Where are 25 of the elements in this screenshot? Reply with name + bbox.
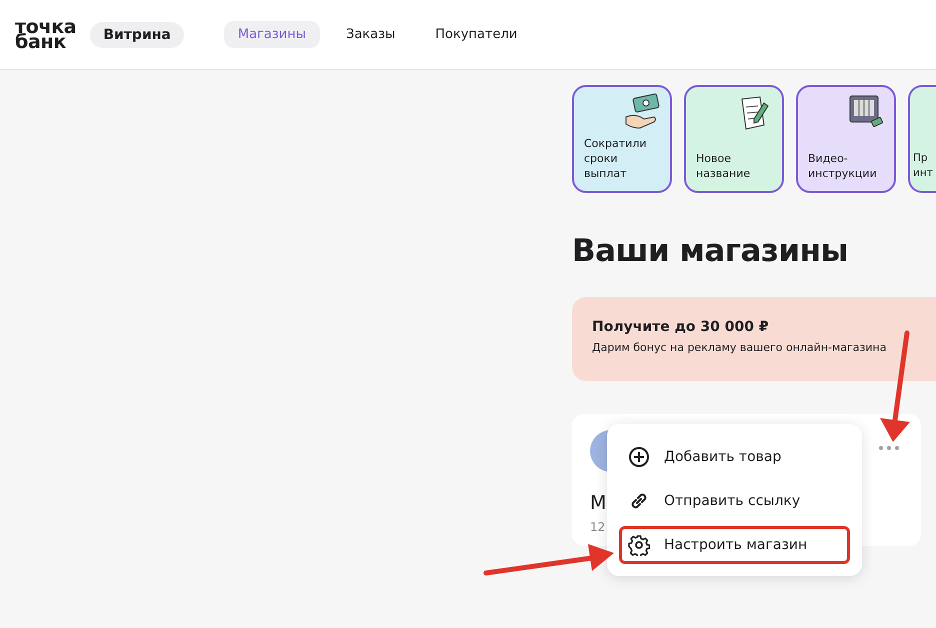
store-name: М bbox=[590, 492, 606, 514]
menu-item[interactable]: Добавить товар bbox=[619, 438, 850, 476]
story-card[interactable]: Видео- инструкции bbox=[796, 85, 896, 193]
store-meta: 12 bbox=[590, 520, 606, 534]
nav-tab[interactable]: Покупатели bbox=[421, 21, 532, 48]
banner-text: Дарим бонус на рекламу вашего онлайн-магазина bbox=[592, 341, 888, 354]
story-title: Пр инт bbox=[913, 151, 933, 181]
story-card[interactable]: Сократили сроки выплат bbox=[572, 85, 672, 193]
story-title: Сократили сроки выплат bbox=[584, 136, 647, 181]
settings-icon bbox=[628, 534, 650, 556]
page-title: Ваши магазины bbox=[572, 233, 850, 269]
nav-tab[interactable]: Магазины bbox=[224, 21, 320, 48]
story-card[interactable]: Пр инт bbox=[908, 85, 936, 193]
product-badge[interactable]: Витрина bbox=[90, 22, 184, 48]
more-icon[interactable] bbox=[877, 444, 901, 452]
plus-circle-icon bbox=[628, 446, 650, 468]
menu-item[interactable]: Настроить магазин bbox=[619, 526, 850, 564]
story-title: Новое название bbox=[696, 151, 750, 181]
promo-banner[interactable]: Получите до 30 000 ₽ Дарим бонус на рекламу вашего онлайн-магазина bbox=[572, 297, 936, 381]
story-title: Видео- инструкции bbox=[808, 151, 877, 181]
banner-title: Получите до 30 000 ₽ bbox=[592, 319, 770, 335]
bank-logo[interactable]: точка банк bbox=[15, 20, 76, 50]
story-card[interactable]: Новое название bbox=[684, 85, 784, 193]
menu-item[interactable]: Отправить ссылку bbox=[619, 482, 850, 520]
nav-tab[interactable]: Заказы bbox=[332, 21, 410, 48]
